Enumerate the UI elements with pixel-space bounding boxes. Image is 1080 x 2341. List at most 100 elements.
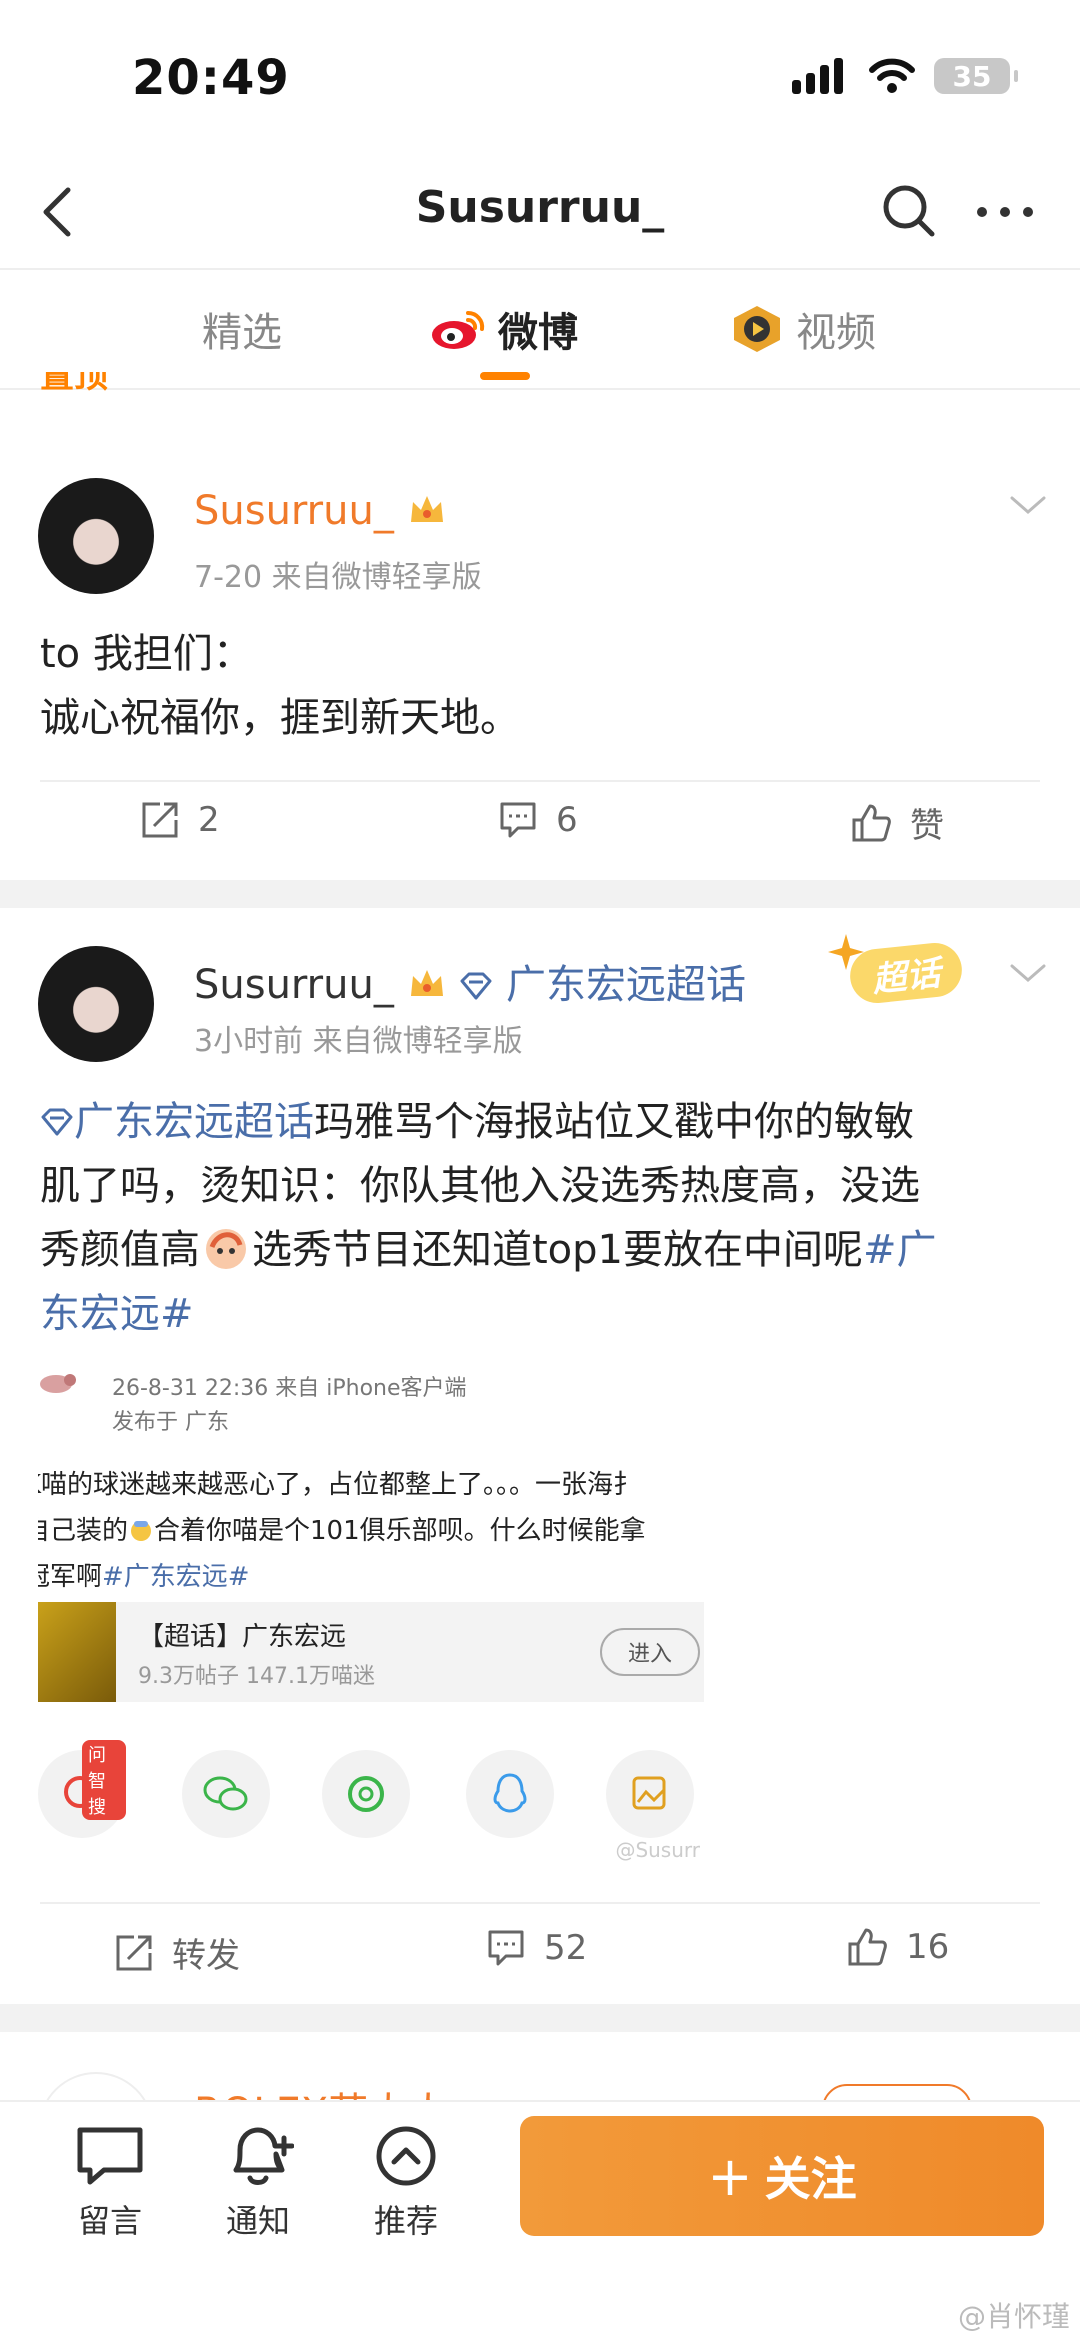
like-button[interactable]: 16 bbox=[846, 1926, 949, 1968]
chevron-down-icon[interactable] bbox=[1008, 494, 1048, 518]
message-label: 留言 bbox=[77, 2202, 142, 2240]
comment-count: 6 bbox=[556, 800, 578, 840]
hashtag-link[interactable]: #广 bbox=[863, 1227, 937, 1273]
save-image-icon bbox=[632, 1776, 666, 1810]
thumbs-up-icon bbox=[848, 1928, 887, 1966]
avatar-thumbnail-icon bbox=[40, 1374, 76, 1393]
comment-icon bbox=[488, 1930, 524, 1966]
super-topic-card: 【超话】广东宏远 9.3万帖子 147.1万喵迷 进入 bbox=[38, 1602, 704, 1702]
save-image-share bbox=[606, 1750, 694, 1838]
chevron-down-icon[interactable] bbox=[1008, 962, 1048, 986]
embed-meta: 26-8-31 22:36 来自 iPhone客户端 bbox=[112, 1376, 467, 1401]
video-channel-icon bbox=[734, 306, 780, 352]
embed-location: 发布于 广东 bbox=[112, 1410, 229, 1435]
embed-line: K喵的球迷越来越恶心了，占位都整上了。。。一张海扌 bbox=[38, 1470, 640, 1500]
super-topic-diamond-icon bbox=[460, 972, 492, 1000]
ai-badge: 问智搜 bbox=[82, 1740, 126, 1820]
super-topic-diamond-icon bbox=[41, 1108, 73, 1136]
ai-search-share: 问智搜 bbox=[38, 1740, 126, 1838]
image-watermark: @Susurr bbox=[615, 1838, 700, 1862]
card-subtitle: 9.3万帖子 147.1万喵迷 bbox=[138, 1664, 375, 1689]
hashtag-link: #广东宏远# bbox=[102, 1562, 250, 1592]
repost-button[interactable]: 2 bbox=[140, 800, 220, 840]
like-label: 赞 bbox=[910, 806, 944, 846]
team-logo-icon bbox=[38, 1602, 116, 1702]
divider bbox=[40, 780, 1040, 782]
qq-icon bbox=[493, 1773, 527, 1813]
moments-share bbox=[322, 1750, 410, 1838]
tab-featured[interactable]: 精选 bbox=[202, 300, 282, 358]
post-text-segment: 玛雅骂个海报站位又戳中你的敏敏 bbox=[314, 1099, 914, 1145]
post-body: 广东宏远超话玛雅骂个海报站位又戳中你的敏敏 肌了吗，烫知识：你队其他入没选秀热度… bbox=[40, 1090, 1050, 1346]
chevron-up-circle-icon bbox=[376, 2126, 436, 2186]
super-topic-badge: 超话 bbox=[826, 932, 976, 1008]
hashtag-link[interactable]: 东宏远# bbox=[40, 1291, 194, 1337]
notify-button[interactable]: 通知 bbox=[198, 2124, 318, 2242]
super-topic-link[interactable]: 广东宏远超话 bbox=[506, 962, 746, 1008]
embed-text-segment: 自己装的 bbox=[38, 1516, 129, 1546]
post-username[interactable]: Susurruu_ 广东宏远超话 bbox=[194, 952, 746, 1010]
avatar[interactable] bbox=[38, 946, 154, 1062]
repost-icon bbox=[142, 802, 178, 838]
enter-button: 进入 bbox=[600, 1628, 700, 1676]
recommend-label: 推荐 bbox=[373, 2202, 438, 2240]
tab-label: 微博 bbox=[498, 310, 578, 356]
profile-header: Susurruu_ bbox=[0, 160, 1080, 270]
embed-line: 冠军啊#广东宏远# bbox=[38, 1554, 646, 1600]
tab-label: 视频 bbox=[796, 310, 876, 356]
post-text-segment: 选秀节目还知道top1要放在中间呢 bbox=[252, 1227, 863, 1273]
post-line: 肌了吗，烫知识：你队其他入没选秀热度高，没选 bbox=[40, 1163, 920, 1209]
more-icon[interactable] bbox=[970, 182, 1040, 242]
repost-button[interactable]: 转发 bbox=[114, 1928, 240, 1977]
post-line: 秀颜值高 选秀节目还知道top1要放在中间呢#广 bbox=[40, 1218, 1050, 1282]
recommend-button[interactable]: 推荐 bbox=[346, 2124, 466, 2242]
post-line: to 我担们： bbox=[40, 631, 253, 677]
thumbs-up-icon bbox=[852, 804, 891, 841]
wechat-icon bbox=[203, 1776, 248, 1811]
username-text: Susurruu_ bbox=[194, 962, 394, 1008]
search-icon[interactable] bbox=[878, 180, 940, 242]
post-image[interactable]: 26-8-31 22:36 来自 iPhone客户端 发布于 广东 K喵的球迷越… bbox=[38, 1370, 704, 1870]
plus-icon: + bbox=[707, 2144, 753, 2208]
tab-label: 精选 bbox=[202, 310, 282, 356]
bell-plus-icon bbox=[233, 2127, 294, 2185]
like-count: 16 bbox=[906, 1927, 950, 1967]
post-username[interactable]: Susurruu_ bbox=[194, 488, 447, 534]
post-line: 诚心祝福你，捱到新天地。 bbox=[40, 695, 520, 741]
repost-count: 2 bbox=[198, 800, 220, 840]
embed-line: 自己装的合着你喵是个101俱乐部呗。什么时候能拿 bbox=[38, 1508, 646, 1554]
shrimp-emoji-icon bbox=[206, 1229, 246, 1269]
message-button[interactable]: 留言 bbox=[50, 2124, 170, 2242]
crown-icon bbox=[410, 496, 443, 522]
wechat-share bbox=[182, 1750, 270, 1838]
battery-indicator: 35 bbox=[934, 58, 1018, 94]
avatar[interactable] bbox=[38, 478, 154, 594]
weibo-logo-icon bbox=[432, 310, 485, 349]
active-tab-indicator bbox=[480, 372, 530, 380]
crown-icon bbox=[410, 970, 443, 996]
like-button[interactable]: 赞 bbox=[850, 798, 944, 847]
pinned-label: 置顶 bbox=[40, 372, 180, 402]
tab-weibo[interactable]: 微博 bbox=[430, 300, 578, 358]
comment-count: 52 bbox=[544, 1928, 588, 1968]
super-topic-link[interactable]: 广东宏远超话 bbox=[74, 1099, 314, 1145]
comment-button[interactable]: 52 bbox=[486, 1928, 587, 1968]
post-body: to 我担们： 诚心祝福你，捱到新天地。 bbox=[40, 622, 520, 750]
embed-text: K喵的球迷越来越恶心了，占位都整上了。。。一张海扌 自己装的合着你喵是个101俱… bbox=[38, 1462, 646, 1600]
card-title: 【超话】广东宏远 bbox=[138, 1622, 347, 1652]
bottom-action-bar: 留言 通知 推荐 + 关注 @肖怀瑾 bbox=[0, 2100, 1080, 2341]
post-text-segment: 秀颜值高 bbox=[40, 1227, 200, 1273]
notify-label: 通知 bbox=[225, 2202, 290, 2240]
post-meta: 7-20 来自微博轻享版 bbox=[194, 560, 482, 595]
status-icons: 35 bbox=[792, 58, 1018, 94]
emoji-icon bbox=[131, 1521, 152, 1541]
comment-button[interactable]: 6 bbox=[498, 800, 578, 840]
screenshot-watermark: @肖怀瑾 bbox=[957, 2300, 1070, 2333]
follow-button[interactable]: + 关注 bbox=[520, 2116, 1044, 2236]
divider bbox=[40, 1902, 1040, 1904]
post-line: 东宏远# bbox=[40, 1282, 1050, 1346]
tab-video[interactable]: 视频 bbox=[730, 300, 876, 358]
status-time: 20:49 bbox=[132, 50, 290, 106]
repost-icon bbox=[116, 1935, 152, 1970]
pinned-text: 置顶 bbox=[40, 372, 108, 396]
